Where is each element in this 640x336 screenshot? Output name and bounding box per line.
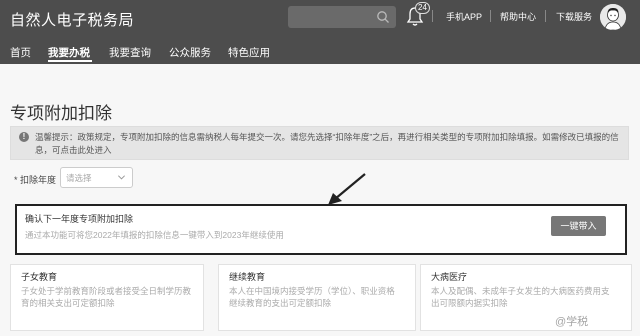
nav-public-services[interactable]: 公众服务 [169, 45, 211, 60]
card-serious-illness[interactable]: 大病医疗 本人及配偶、未成年子女发生的大病医药费用支出可限额内据实扣除 [420, 264, 632, 331]
notice-here-link[interactable]: 此处 [78, 145, 95, 155]
card-children-education[interactable]: 子女教育 子女处于学前教育阶段或者接受全日制学历教育的相关支出可定额扣除 [10, 264, 204, 331]
deduction-year-label-text: 扣除年度 [20, 175, 57, 185]
nav-special-apps[interactable]: 特色应用 [228, 45, 270, 60]
notice-message: 温馨提示：政策规定，专项附加扣除的信息需纳税人每年提交一次。请您先选择“扣除年度… [35, 132, 619, 155]
card-description: 本人及配偶、未成年子女发生的大病医药费用支出可限额内据实扣除 [431, 286, 610, 308]
card-title: 大病医疗 [431, 272, 468, 282]
annotation-arrow-icon [328, 173, 366, 205]
avatar[interactable] [600, 4, 626, 30]
help-center-link[interactable]: 帮助中心 [500, 10, 536, 23]
required-mark: * [14, 175, 18, 185]
chevron-down-icon [117, 175, 126, 180]
carry-forward-description: 通过本功能可将您2022年填报的扣除信息一键带入到2023年继续使用 [25, 230, 284, 240]
nav-home[interactable]: 首页 [10, 45, 31, 60]
year-select-placeholder: 请选择 [66, 173, 92, 183]
app-title[interactable]: 自然人电子税务局 [10, 9, 134, 30]
search-input[interactable] [288, 6, 396, 28]
watermark: @学税 [555, 316, 589, 328]
one-click-import-button[interactable]: 一键带入 [551, 216, 606, 236]
card-description: 子女处于学前教育阶段或者接受全日制学历教育的相关支出可定额扣除 [21, 286, 192, 308]
header-divider [432, 10, 433, 22]
page-title: 专项附加扣除 [10, 104, 112, 123]
notification-badge: 24 [415, 2, 430, 14]
carry-forward-title: 确认下一年度专项附加扣除 [25, 214, 134, 224]
notice-banner: ! 温馨提示：政策规定，专项附加扣除的信息需纳税人每年提交一次。请您先选择“扣除… [10, 126, 629, 160]
mobile-app-link[interactable]: 手机APP [446, 10, 482, 23]
card-title: 子女教育 [21, 272, 58, 282]
nav-query[interactable]: 我要查询 [109, 45, 151, 60]
header-divider [545, 10, 546, 22]
user-avatar-icon [600, 4, 626, 30]
card-description: 本人在中国境内接受学历（学位）、职业资格继续教育的支出可定额扣除 [229, 286, 395, 308]
top-header: 自然人电子税务局 24 手机APP 帮助中心 下载服务 首页 我要办税 我要查询… [0, 0, 640, 64]
search-icon[interactable] [376, 10, 390, 24]
carry-forward-panel: 确认下一年度专项附加扣除 通过本功能可将您2022年填报的扣除信息一键带入到20… [15, 204, 627, 255]
notice-text: 温馨提示：政策规定，专项附加扣除的信息需纳税人每年提交一次。请您先选择“扣除年度… [35, 131, 623, 157]
nav-tax-handling[interactable]: 我要办税 [48, 45, 90, 60]
download-service-link[interactable]: 下载服务 [556, 10, 592, 23]
card-continuing-education[interactable]: 继续教育 本人在中国境内接受学历（学位）、职业资格继续教育的支出可定额扣除 [218, 264, 416, 331]
deduction-year-select[interactable]: 请选择 [60, 167, 133, 188]
info-icon: ! [19, 132, 29, 142]
notice-message-end: 进入 [94, 145, 112, 155]
header-divider [490, 10, 491, 22]
active-tab-indicator [48, 60, 92, 62]
card-title: 继续教育 [229, 272, 266, 282]
deduction-year-label: * 扣除年度 [14, 173, 56, 186]
